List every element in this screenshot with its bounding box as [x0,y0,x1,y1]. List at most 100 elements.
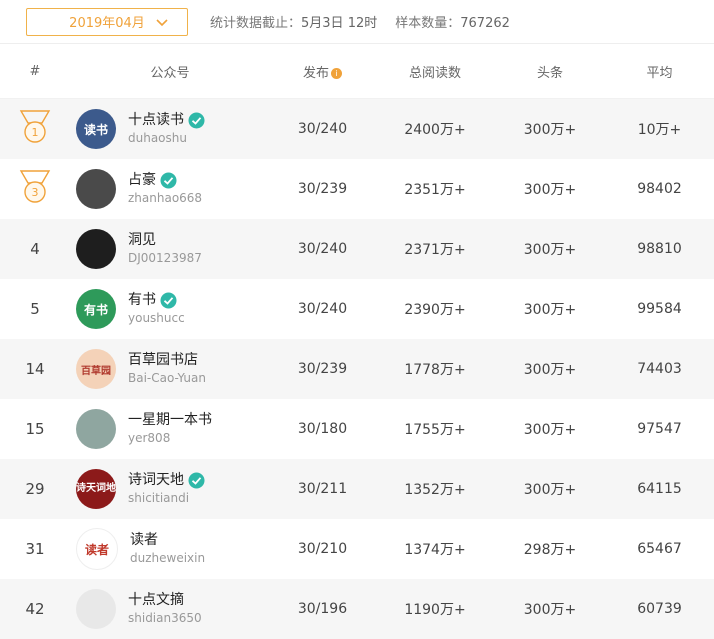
sample-value: 767262 [460,16,510,31]
avatar[interactable]: 读者 [76,528,118,570]
account-cell[interactable]: 诗天词地 诗词天地 shicitiandi [70,469,270,509]
account-cell[interactable]: 占豪 zhanhao668 [70,169,270,209]
avatar[interactable]: 诗天词地 [76,469,116,509]
publish-cell: 30/239 [297,181,348,197]
avatar[interactable] [76,409,116,449]
account-text: 百草园书店 Bai-Cao-Yuan [128,351,206,387]
deadline-info: 统计数据截止：5月3日 12时 [210,12,377,31]
account-name[interactable]: 十点文摘 [128,591,202,609]
account-cell[interactable]: 十点文摘 shidian3650 [70,589,270,629]
verified-icon [160,172,177,188]
publish-cell: 30/240 [297,121,348,137]
account-cell[interactable]: 一星期一本书 yer808 [70,409,270,449]
info-icon[interactable]: i [331,67,342,79]
account-text: 占豪 zhanhao668 [128,171,202,207]
avatar[interactable]: 有书 [76,289,116,329]
total-reads-cell: 2351万+ [404,182,466,198]
headline-cell: 300万+ [523,182,577,198]
account-cell[interactable]: 读者 读者 duzheweixin [70,528,270,570]
account-name[interactable]: 诗词天地 [128,471,205,489]
account-text: 一星期一本书 yer808 [128,411,212,447]
account-cell[interactable]: 读书 十点读书 duhaoshu [70,109,270,149]
avatar[interactable]: 读书 [76,109,116,149]
total-reads-cell: 1755万+ [404,422,466,438]
average-cell: 97547 [637,421,682,437]
publish-cell: 30/240 [297,241,348,257]
table-row[interactable]: 15 一星期一本书 yer808 30/180 1755万+ 300万+ 97547 [0,399,714,459]
average-cell: 74403 [637,361,682,377]
account-cell[interactable]: 有书 有书 youshucc [70,289,270,329]
table-row[interactable]: 14 百草园 百草园书店 Bai-Cao-Yuan 30/239 1778万+ 300万+ 7… [0,339,714,399]
total-reads-cell: 1374万+ [404,542,466,558]
account-id: shicitiandi [128,491,190,505]
account-name[interactable]: 一星期一本书 [128,411,212,429]
account-name[interactable]: 有书 [128,291,185,309]
rank-cell: 14 [0,360,70,378]
total-reads-cell: 1352万+ [404,482,466,498]
avatar[interactable] [76,169,116,209]
average-cell: 99584 [637,301,682,317]
col-average[interactable]: 平均 [605,62,714,81]
publish-cell: 30/239 [297,361,348,377]
headline-cell: 300万+ [523,482,577,498]
account-name[interactable]: 占豪 [128,171,202,189]
account-name-text: 洞见 [128,232,156,248]
headline-cell: 298万+ [523,542,577,558]
account-name-text: 一星期一本书 [128,412,212,428]
account-name[interactable]: 洞见 [128,231,202,249]
account-cell[interactable]: 洞见 DJ00123987 [70,229,270,269]
account-name[interactable]: 十点读书 [128,111,205,129]
table-row[interactable]: 3 占豪 zhanhao668 30/239 2351万+ 300万+ 98402 [0,159,714,219]
rank-number: 42 [25,600,45,618]
headline-cell: 300万+ [523,302,577,318]
rank-number: 14 [25,360,45,378]
col-publish-label: 发布 [302,65,329,81]
account-name[interactable]: 百草园书店 [128,351,206,369]
account-name[interactable]: 读者 [130,531,205,549]
rank-cell: 29 [0,480,70,498]
rank-number: 4 [30,240,40,258]
avatar[interactable] [76,589,116,629]
account-text: 读者 duzheweixin [130,531,205,567]
rank-cell: 5 [0,300,70,318]
account-name-text: 有书 [128,292,156,308]
rank-cell: 15 [0,420,70,438]
medal-rank: 1 [32,126,39,139]
month-select[interactable]: 2019年04月 [26,7,188,36]
account-name-text: 占豪 [128,172,156,188]
account-text: 诗词天地 shicitiandi [128,471,205,507]
avatar[interactable] [76,229,116,269]
avatar[interactable]: 百草园 [76,349,116,389]
account-id: duzheweixin [130,551,206,565]
col-headline[interactable]: 头条 [495,62,605,81]
table-row[interactable]: 1 读书 十点读书 duhaoshu 30/240 2400万+ 300万+ 10万+ [0,99,714,159]
rank-cell: 1 [0,109,70,149]
col-total-reads[interactable]: 总阅读数 [375,62,495,81]
top-bar: 2019年04月 统计数据截止：5月3日 12时 样本数量：767262 [0,0,714,44]
publish-cell: 30/211 [297,481,348,497]
verified-icon [188,472,205,488]
deadline-value: 5月3日 12时 [301,16,378,31]
table-row[interactable]: 29 诗天词地 诗词天地 shicitiandi 30/211 1352万+ 300万+ 64… [0,459,714,519]
account-id: DJ00123987 [128,251,202,265]
col-publish[interactable]: 发布 i [270,62,375,81]
account-name-text: 读者 [130,532,158,548]
account-cell[interactable]: 百草园 百草园书店 Bai-Cao-Yuan [70,349,270,389]
account-id: youshucc [128,311,185,325]
account-text: 洞见 DJ00123987 [128,231,202,267]
rank-cell: 4 [0,240,70,258]
average-cell: 65467 [637,541,682,557]
table-row[interactable]: 42 十点文摘 shidian3650 30/196 1190万+ 300万+ 60739 [0,579,714,639]
table-row[interactable]: 31 读者 读者 duzheweixin 30/210 1374万+ 298万+ 65467 [0,519,714,579]
rank-number: 5 [30,300,40,318]
table-row[interactable]: 5 有书 有书 youshucc 30/240 2390万+ 300万+ 99584 [0,279,714,339]
rank-cell: 31 [0,540,70,558]
average-cell: 98810 [637,241,682,257]
verified-icon [160,292,177,308]
table-row[interactable]: 4 洞见 DJ00123987 30/240 2371万+ 300万+ 98810 [0,219,714,279]
headline-cell: 300万+ [523,422,577,438]
average-cell: 64115 [637,481,682,497]
average-cell: 10万+ [637,122,682,138]
account-name-text: 十点文摘 [128,592,184,608]
medal-icon: 1 [19,110,51,143]
